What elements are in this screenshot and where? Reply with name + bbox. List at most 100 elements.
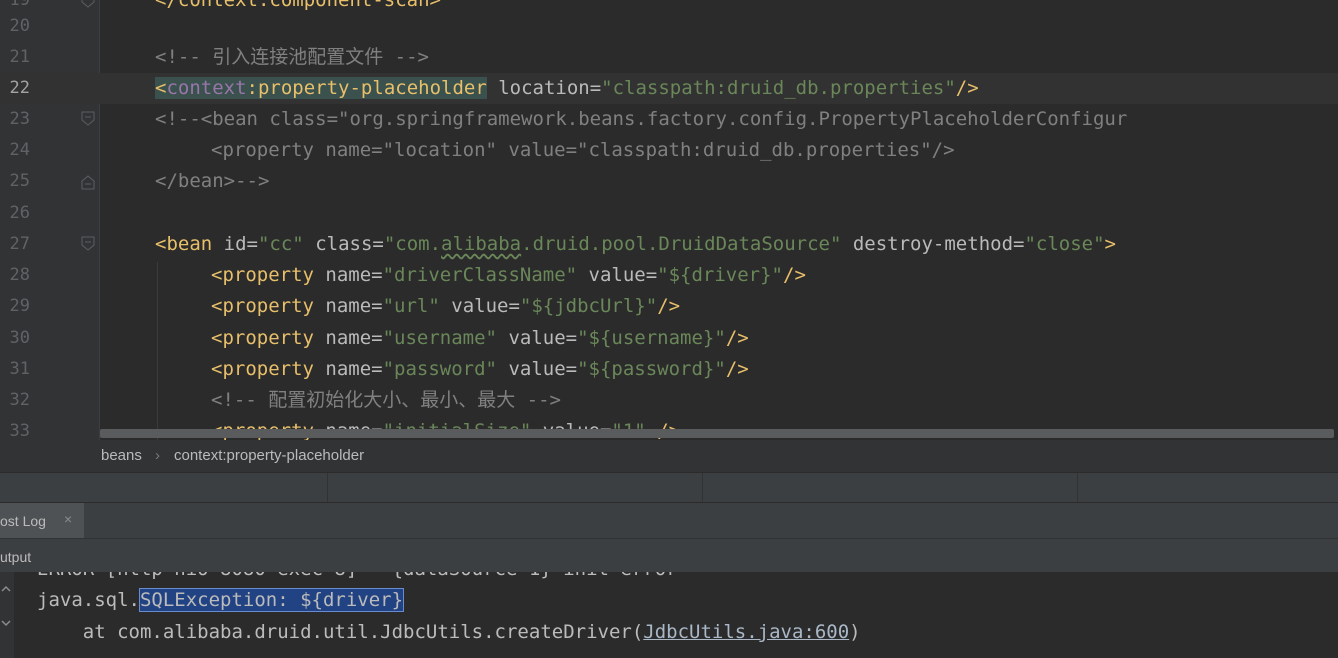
code-token: "close": [1024, 233, 1105, 255]
tab-host-log[interactable]: ost Log ×: [0, 503, 84, 539]
code-token: "com.: [383, 233, 442, 255]
line-number: 25: [9, 171, 30, 191]
breadcrumb-item-context[interactable]: context:property-placeholder: [174, 447, 364, 464]
code-line-28[interactable]: 28 <property name="driverClassName" valu…: [0, 260, 1338, 291]
scroll-up-icon[interactable]: [1, 584, 11, 594]
strip-cell: [0, 473, 328, 503]
xml-comment: </bean>-->: [155, 170, 270, 192]
code-line-24[interactable]: 24 <property name="location" value="clas…: [0, 135, 1338, 166]
code-token: =: [565, 327, 578, 349]
line-number: 28: [9, 265, 30, 285]
console-line: at com.alibaba.druid.util.JdbcUtils.crea…: [37, 621, 861, 643]
code-token: "${username}": [577, 327, 726, 349]
breadcrumb-item-beans[interactable]: beans: [101, 447, 142, 464]
code-token: <bean: [155, 233, 213, 255]
code-token: =: [371, 295, 383, 317]
code-token: =: [371, 358, 383, 380]
code-token: <property: [211, 327, 314, 349]
code-token: name: [313, 264, 372, 286]
code-text: <property name="url" value="${jdbcUrl}"/…: [211, 291, 680, 322]
close-icon[interactable]: ×: [64, 511, 72, 527]
code-token: =: [589, 77, 602, 99]
code-text: <bean id="cc" class="com.alibaba.druid.p…: [155, 229, 1116, 260]
scroll-down-icon[interactable]: [1, 618, 11, 628]
strip-cell: [703, 473, 1078, 503]
selected-text[interactable]: SQLException: ${driver}: [138, 588, 405, 612]
code-text: <property name="driverClassName" value="…: [211, 260, 806, 291]
code-token: name: [313, 295, 372, 317]
line-number: 32: [9, 390, 30, 410]
code-token: =: [371, 264, 383, 286]
code-token: name: [313, 327, 372, 349]
breadcrumb-separator-icon: ›: [155, 447, 160, 464]
horizontal-scrollbar[interactable]: [100, 429, 1334, 438]
code-token: .druid.pool.DruidDataSource": [521, 233, 842, 255]
output-panel-header: utput: [0, 538, 1338, 573]
line-number: 29: [9, 296, 30, 316]
code-token: :: [246, 77, 258, 99]
console-text: at com.alibaba.druid.util.JdbcUtils.crea…: [37, 621, 644, 643]
code-token: destroy-method: [841, 233, 1014, 255]
console-text: java.sql.: [37, 589, 140, 611]
spelling-warning[interactable]: alibaba: [441, 233, 521, 255]
code-text: <context:property-placeholder location="…: [155, 73, 979, 104]
console-output[interactable]: ERROR [http-nio-8080-exec-8] - {dataSour…: [0, 572, 1338, 658]
console-line: ERROR [http-nio-8080-exec-8] - {dataSour…: [37, 572, 678, 580]
code-line-26[interactable]: 26: [0, 198, 1338, 229]
code-token: "${password}": [577, 358, 726, 380]
code-token: />: [725, 327, 749, 349]
code-editor[interactable]: 19 </context:component-scan> 20 21 <!-- …: [0, 0, 1338, 440]
line-number: 23: [9, 109, 30, 129]
code-token: context: [166, 77, 247, 99]
line-number: 33: [9, 421, 30, 440]
code-token: id: [212, 233, 247, 255]
code-token: =: [1013, 233, 1025, 255]
code-token: "classpath:druid_db.properties": [601, 77, 956, 99]
fold-end-icon[interactable]: [80, 172, 96, 190]
code-token: "url": [382, 295, 440, 317]
code-token: =: [508, 295, 520, 317]
console-toolbar: [0, 572, 14, 658]
code-token: />: [657, 295, 681, 317]
fold-start-icon[interactable]: [80, 111, 96, 129]
fold-start-icon[interactable]: [80, 236, 96, 254]
line-number: 22: [9, 78, 30, 98]
code-line-30[interactable]: 30 <property name="username" value="${us…: [0, 323, 1338, 354]
breadcrumb: beans › context:property-placeholder: [0, 440, 1338, 473]
line-number: 26: [9, 203, 30, 223]
code-line-25[interactable]: 25 </bean>-->: [0, 166, 1338, 197]
code-token: "${jdbcUrl}": [519, 295, 658, 317]
highlighted-tag: <context:property-placeholder: [155, 77, 487, 99]
strip-cell: [328, 473, 703, 503]
code-token: =: [371, 327, 383, 349]
code-text: <property name="username" value="${usern…: [211, 323, 749, 354]
code-token: value: [439, 295, 509, 317]
tool-window-tabs: ost Log ×: [0, 502, 1338, 539]
console-line: java.sql.SQLException: ${driver}: [37, 588, 405, 612]
code-token: <property: [211, 264, 314, 286]
code-token: />: [783, 264, 806, 286]
code-line-32[interactable]: 32 <!-- 配置初始化大小、最小、最大 -->: [0, 385, 1338, 416]
code-line-20[interactable]: 20: [0, 11, 1338, 42]
code-token: />: [955, 77, 979, 99]
code-text: <property name="password" value="${passw…: [211, 354, 749, 385]
tab-label: ost Log: [0, 513, 46, 529]
tool-strip: [0, 472, 1338, 503]
xml-comment: <!--<bean class="org.springframework.bea…: [155, 108, 1128, 130]
code-line-23[interactable]: 23 <!--<bean class="org.springframework.…: [0, 104, 1338, 135]
code-line-31[interactable]: 31 <property name="password" value="${pa…: [0, 354, 1338, 385]
code-token: </context:component-scan>: [155, 0, 441, 11]
code-token: <property: [211, 358, 314, 380]
code-line-27[interactable]: 27 <bean id="cc" class="com.alibaba.drui…: [0, 229, 1338, 260]
code-token: =: [645, 264, 658, 286]
line-number: 27: [9, 234, 30, 254]
code-token: />: [725, 358, 749, 380]
code-token: name: [313, 358, 372, 380]
code-line-21[interactable]: 21 <!-- 引入连接池配置文件 -->: [0, 42, 1338, 73]
code-token: <: [155, 77, 167, 99]
code-line-22[interactable]: 22 <context:property-placeholder locatio…: [0, 73, 1338, 104]
code-token: value: [577, 264, 646, 286]
code-line-29[interactable]: 29 <property name="url" value="${jdbcUrl…: [0, 291, 1338, 322]
stacktrace-link[interactable]: JdbcUtils.java:600: [643, 621, 849, 643]
code-token: >: [1104, 233, 1116, 255]
